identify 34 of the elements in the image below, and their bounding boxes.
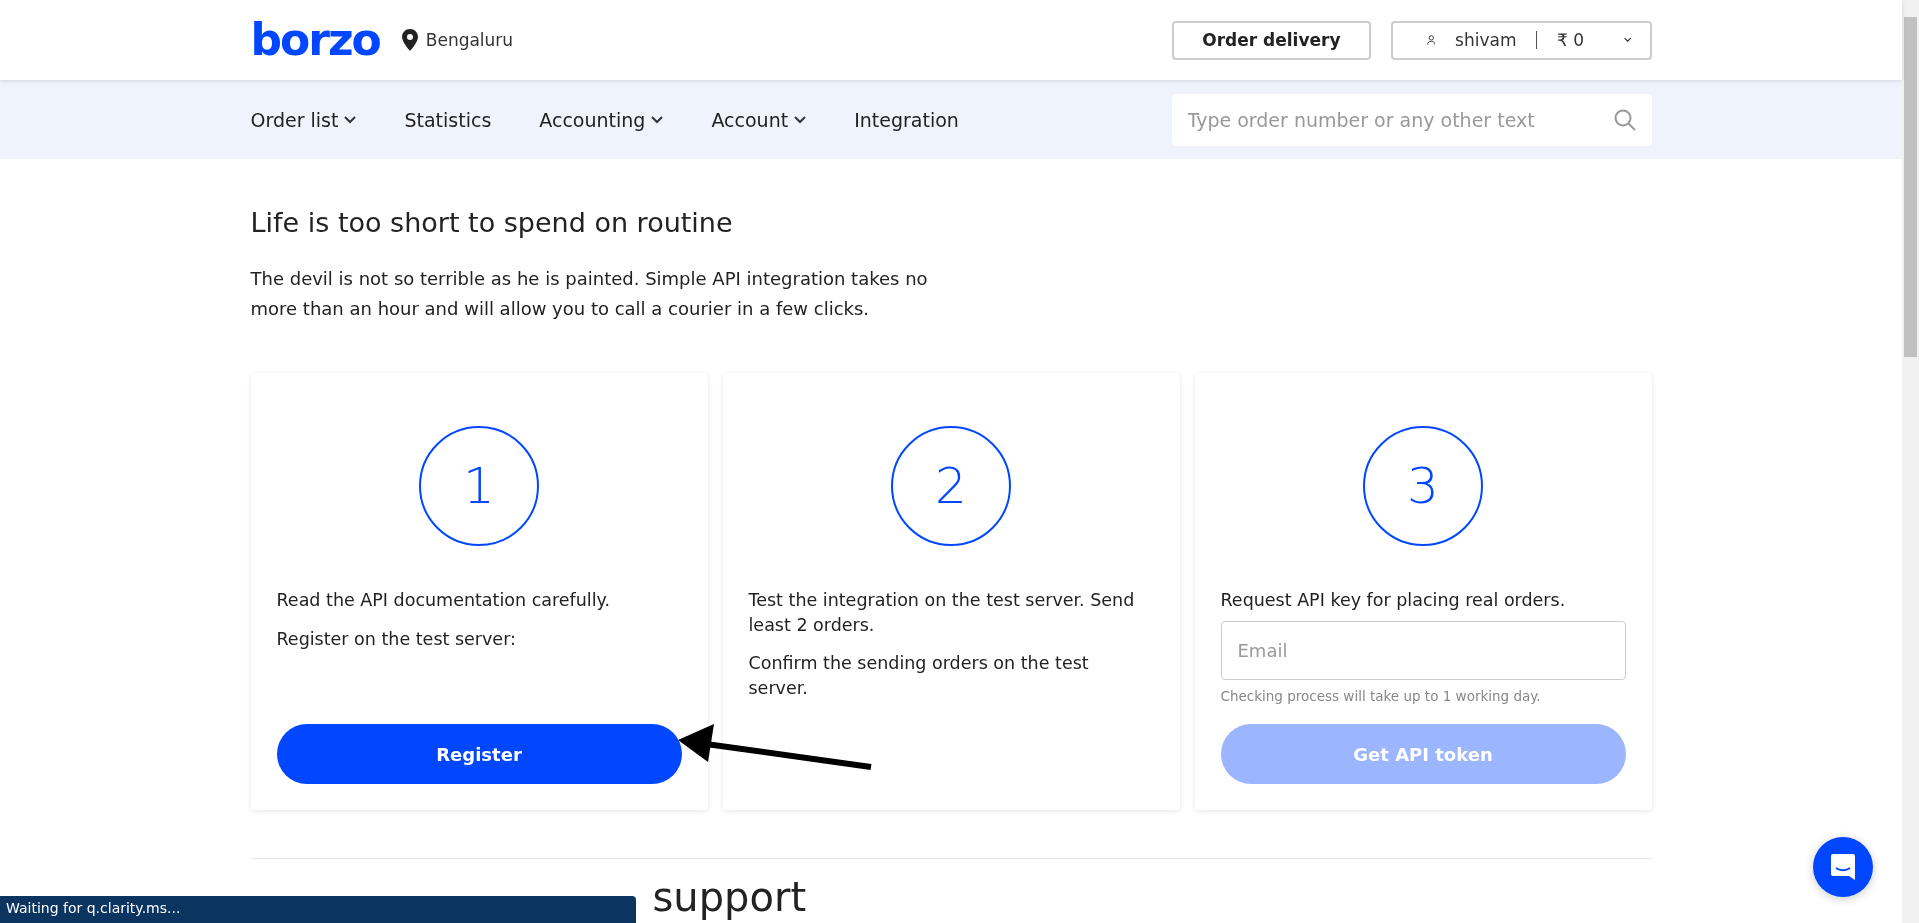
step-number: 3 xyxy=(1363,426,1483,547)
nav-link[interactable]: Integration xyxy=(854,108,959,131)
scrollbar[interactable] xyxy=(1902,0,1919,923)
nav-link[interactable]: Order list xyxy=(250,108,357,131)
user-name: shivam xyxy=(1455,30,1517,50)
step-number: 1 xyxy=(419,426,539,547)
nav-link[interactable]: Statistics xyxy=(404,108,492,131)
logo[interactable]: borzo xyxy=(250,18,380,62)
section-title: Life is too short to spend on routine xyxy=(250,207,734,238)
order-delivery-button[interactable]: Order delivery xyxy=(1172,20,1371,60)
status-bar: Waiting for q.clarity.ms... xyxy=(0,896,636,923)
step-text: Test the integration on the test server. Send least 2 orders. xyxy=(748,589,1136,637)
city-label[interactable]: Bengaluru xyxy=(425,30,514,50)
hint-text: Checking process will take up to 1 working day. xyxy=(1220,687,1542,704)
nav-link[interactable]: Accounting xyxy=(539,108,664,131)
location-pin-icon xyxy=(401,29,418,51)
intro-text: The devil is not so terrible as he is painted. Simple API integration takes no more than an hour and will allow you to call a courier in a few clicks. xyxy=(250,267,929,321)
chevron-down-icon xyxy=(1624,36,1632,44)
step-text: Register on the test server: xyxy=(276,627,517,651)
search-field[interactable]: Type order number or any other text xyxy=(1171,93,1652,146)
nav-link[interactable]: Account xyxy=(711,108,807,131)
search-icon[interactable] xyxy=(1613,108,1636,131)
action-button[interactable]: Register xyxy=(276,724,682,785)
step-text: Confirm the sending orders on the test server. xyxy=(748,652,1090,700)
user-menu-button[interactable]: shivam ₹ 0 xyxy=(1390,20,1652,60)
user-icon xyxy=(1426,32,1436,48)
email-field[interactable]: Email xyxy=(1220,620,1626,680)
chat-icon xyxy=(1830,853,1856,881)
step-text: Request API key for placing real orders. xyxy=(1220,589,1567,613)
balance: ₹ 0 xyxy=(1557,30,1585,50)
step-number: 2 xyxy=(891,426,1011,547)
step-text: Read the API documentation carefully. xyxy=(276,589,611,613)
chat-button[interactable] xyxy=(1813,837,1873,897)
section-title: support xyxy=(652,875,808,920)
